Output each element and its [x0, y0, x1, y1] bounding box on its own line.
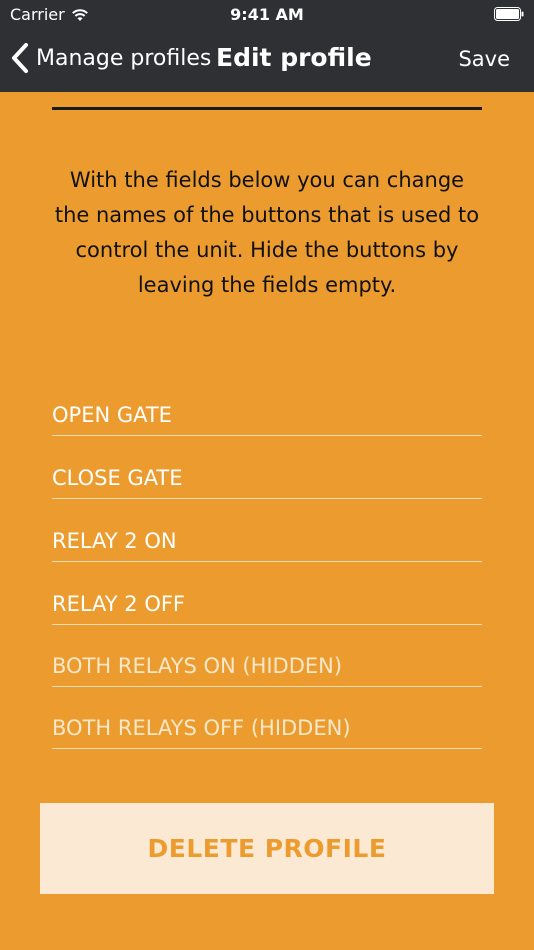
button-name-input-4[interactable]	[52, 585, 482, 623]
button-name-input-2[interactable]	[52, 459, 482, 497]
status-time: 9:41 AM	[230, 5, 304, 24]
description-text: With the fields below you can change the…	[54, 168, 480, 297]
delete-profile-button[interactable]: DELETE PROFILE	[40, 803, 494, 894]
button-name-input-3[interactable]	[52, 522, 482, 560]
header: Carrier 9:41 AM Manage profiles Edit pro…	[0, 0, 534, 92]
button-name-input-6[interactable]	[52, 709, 482, 747]
button-name-field-2[interactable]	[52, 459, 482, 499]
top-divider	[52, 107, 482, 110]
button-name-field-6[interactable]	[52, 709, 482, 749]
button-name-input-1[interactable]	[52, 396, 482, 434]
page-title: Edit profile	[216, 43, 372, 72]
save-button[interactable]: Save	[458, 47, 510, 71]
back-button[interactable]: Manage profiles	[10, 42, 211, 74]
battery-icon	[494, 7, 524, 21]
button-name-field-1[interactable]	[52, 396, 482, 436]
button-name-field-5[interactable]	[52, 647, 482, 687]
back-button-label: Manage profiles	[36, 45, 212, 71]
button-name-input-5[interactable]	[52, 647, 482, 685]
button-name-field-3[interactable]	[52, 522, 482, 562]
button-name-field-4[interactable]	[52, 585, 482, 625]
back-chevron-icon	[12, 43, 28, 73]
